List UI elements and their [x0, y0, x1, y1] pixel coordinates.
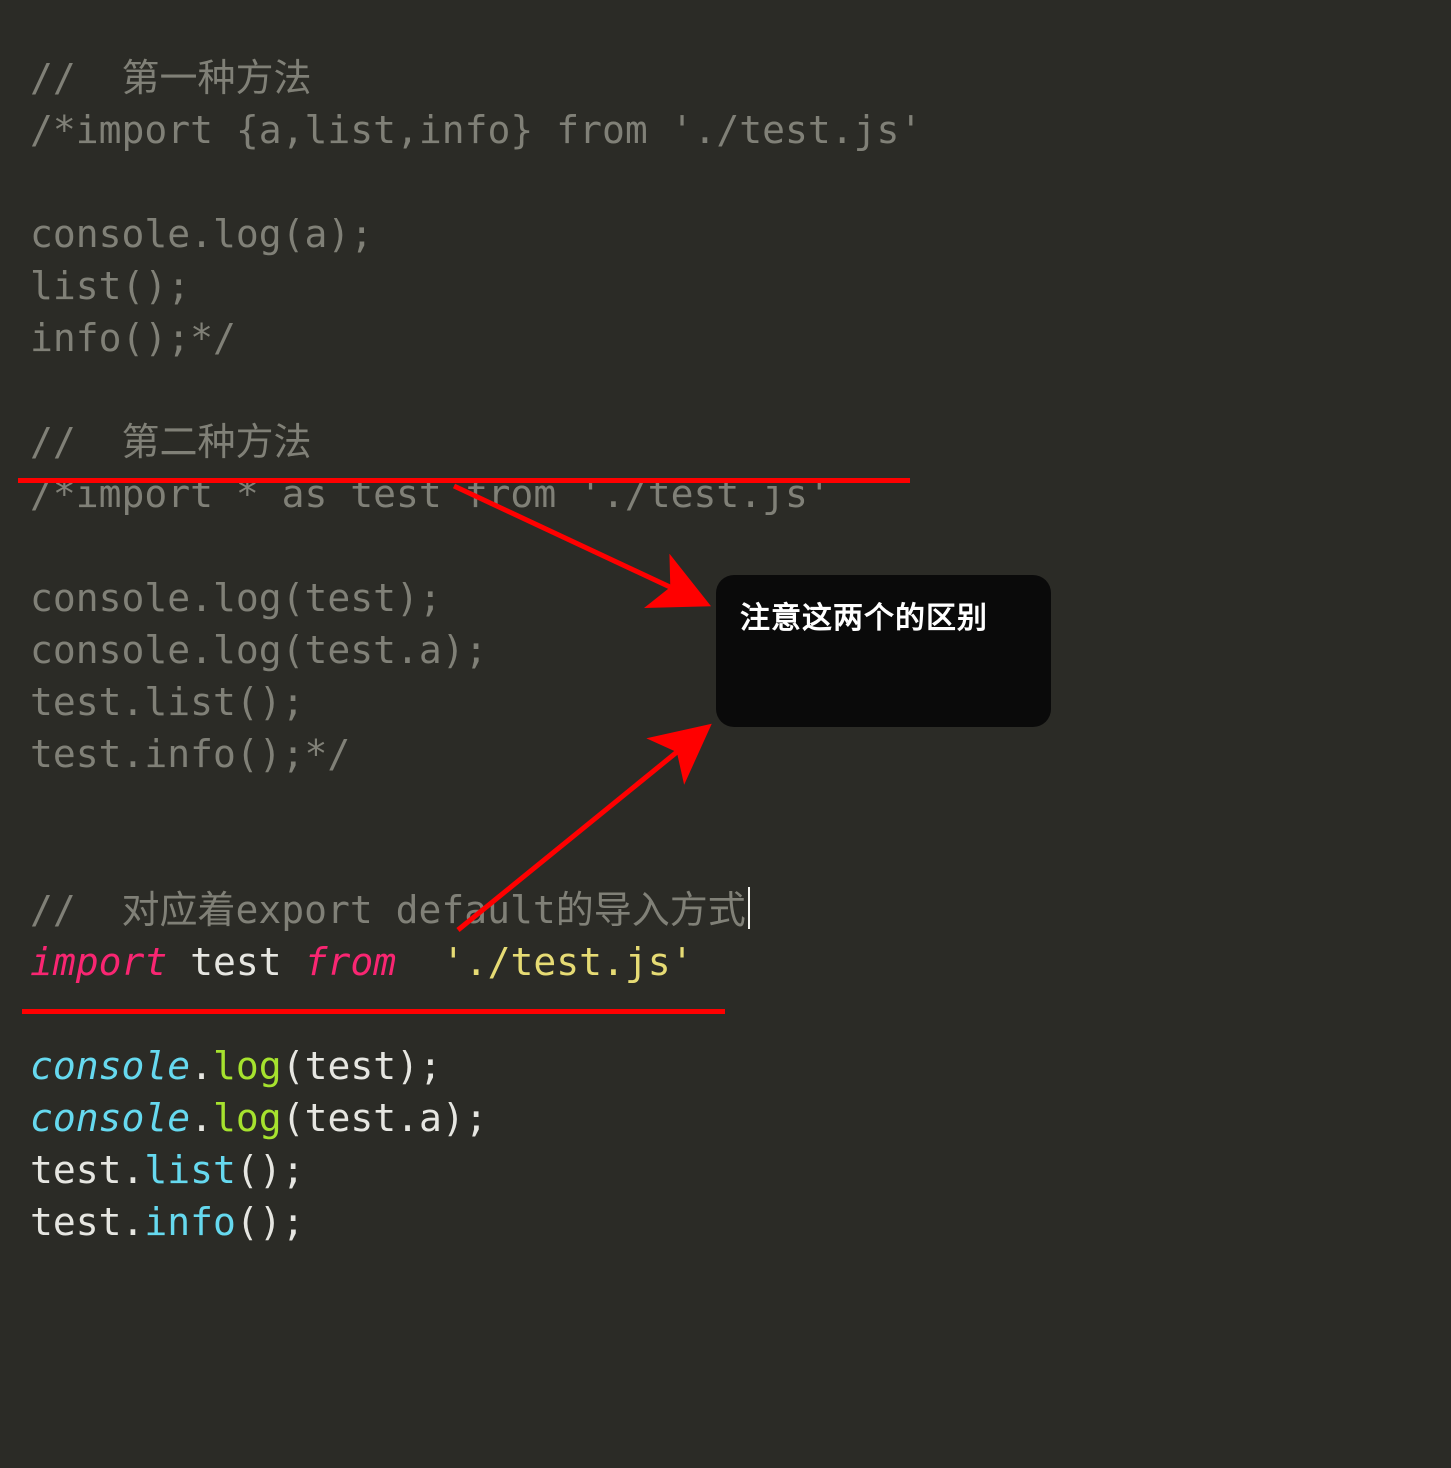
identifier-test: test: [30, 1200, 122, 1244]
identifier-test: test: [305, 1044, 397, 1088]
identifier-test: test: [190, 940, 282, 984]
punct-semi: ;: [419, 1044, 442, 1088]
fn-log: log: [213, 1096, 282, 1140]
punct-close: ): [442, 1096, 465, 1140]
fn-log: log: [213, 1044, 282, 1088]
underline-annotation: [22, 1009, 725, 1014]
fn-info: info: [144, 1200, 236, 1244]
punct-open: (: [236, 1148, 259, 1192]
object-console: console: [30, 1096, 190, 1140]
code-line: // 第一种方法: [30, 56, 312, 100]
object-console: console: [30, 1044, 190, 1088]
keyword-import: import: [30, 940, 167, 984]
code-line: test.list();: [30, 680, 305, 724]
punct-dot: .: [190, 1044, 213, 1088]
punct-close: ): [259, 1200, 282, 1244]
punct-dot: .: [190, 1096, 213, 1140]
punct-dot: .: [122, 1200, 145, 1244]
code-line: // 第二种方法: [30, 420, 312, 464]
code-line: test.info();*/: [30, 732, 350, 776]
punct-dot: .: [396, 1096, 419, 1140]
identifier-a: a: [419, 1096, 442, 1140]
annotation-callout: 注意这两个的区别: [716, 575, 1051, 727]
punct-open: (: [282, 1044, 305, 1088]
identifier-test: test: [305, 1096, 397, 1140]
code-line: list();: [30, 264, 190, 308]
punct-dot: .: [122, 1148, 145, 1192]
code-line: // 对应着export default的导入方式: [30, 888, 746, 932]
punct-open: (: [282, 1096, 305, 1140]
identifier-test: test: [30, 1148, 122, 1192]
punct-close: ): [396, 1044, 419, 1088]
punct-close: ): [259, 1148, 282, 1192]
callout-text: 注意这两个的区别: [740, 602, 988, 635]
punct-semi: ;: [282, 1148, 305, 1192]
punct-semi: ;: [465, 1096, 488, 1140]
fn-list: list: [144, 1148, 236, 1192]
code-line: console.log(a);: [30, 212, 373, 256]
code-line: console.log(test);: [30, 576, 442, 620]
keyword-from: from: [305, 940, 397, 984]
text-cursor: [748, 887, 750, 929]
punct-semi: ;: [282, 1200, 305, 1244]
punct-open: (: [236, 1200, 259, 1244]
code-line: console.log(test.a);: [30, 628, 488, 672]
underline-annotation: [18, 478, 910, 483]
code-line: info();*/: [30, 316, 236, 360]
string-path: './test.js': [442, 940, 694, 984]
code-line: /*import {a,list,info} from './test.js': [30, 108, 922, 152]
